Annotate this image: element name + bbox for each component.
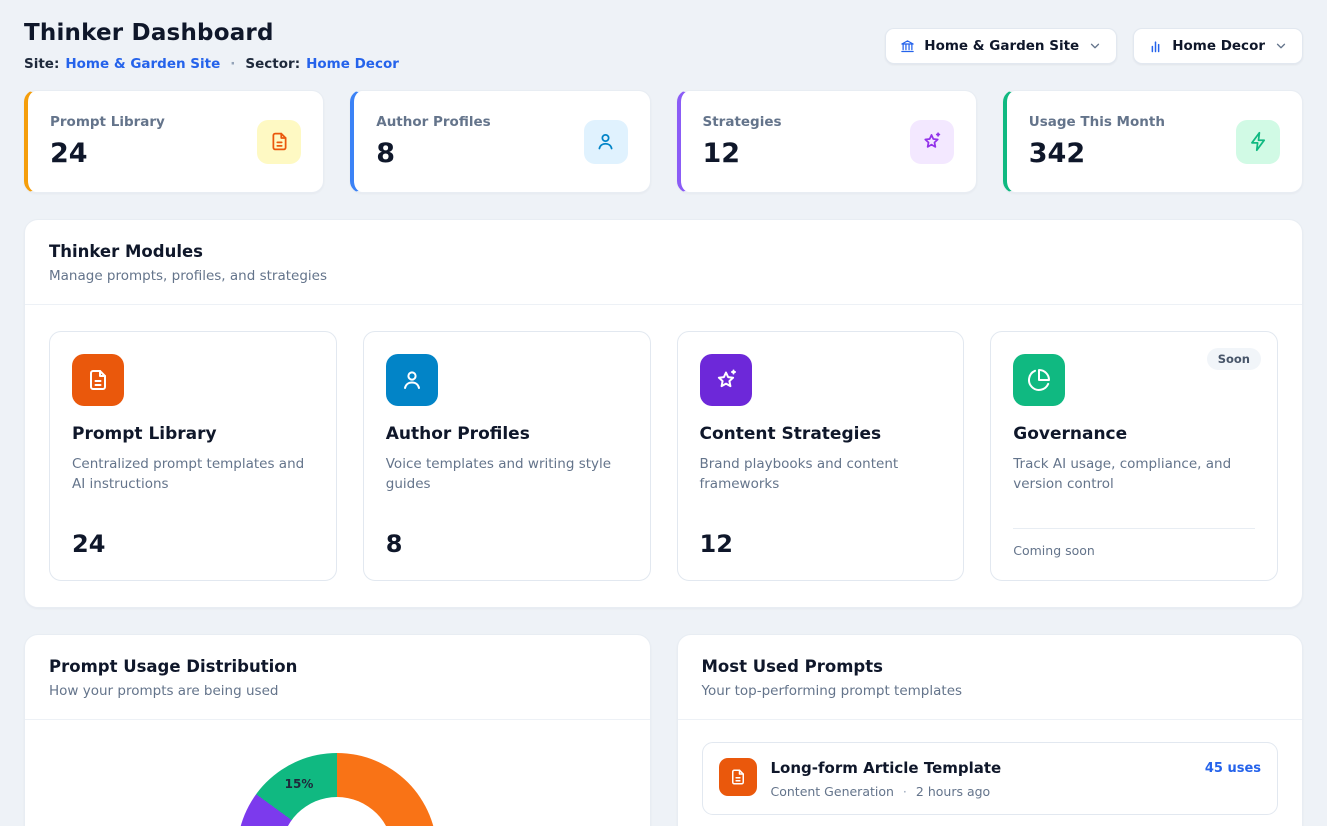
usage-distribution-panel: Prompt Usage Distribution How your promp… [24, 634, 651, 826]
user-icon [584, 120, 628, 164]
pie-chart-icon [1013, 354, 1065, 406]
usage-chart-area: 15% [25, 720, 650, 826]
stats-row: Prompt Library 24 Author Profiles 8 Stra… [24, 90, 1303, 193]
module-count: 12 [700, 530, 942, 558]
chevron-down-icon [1088, 39, 1102, 53]
stat-card-usage: Usage This Month 342 [1003, 90, 1303, 193]
usage-panel-subtitle: How your prompts are being used [49, 683, 626, 699]
breadcrumb: Site: Home & Garden Site · Sector: Home … [24, 56, 399, 72]
module-title: Prompt Library [72, 424, 314, 444]
stat-label: Usage This Month [1029, 114, 1165, 130]
user-icon [386, 354, 438, 406]
prompt-list-item[interactable]: Long-form Article Template Content Gener… [702, 742, 1279, 815]
document-icon [719, 758, 757, 796]
most-used-prompts-panel: Most Used Prompts Your top-performing pr… [677, 634, 1304, 826]
stat-value: 24 [50, 138, 165, 169]
stat-info: Author Profiles 8 [376, 114, 490, 169]
stat-value: 342 [1029, 138, 1165, 169]
module-card-author-profiles[interactable]: Author Profiles Voice templates and writ… [363, 331, 651, 581]
document-icon [257, 120, 301, 164]
module-title: Governance [1013, 424, 1255, 444]
stat-info: Usage This Month 342 [1029, 114, 1165, 169]
prompts-panel-header: Most Used Prompts Your top-performing pr… [678, 635, 1303, 720]
page-header: Thinker Dashboard Site: Home & Garden Si… [24, 20, 1303, 72]
site-link[interactable]: Home & Garden Site [65, 56, 220, 72]
modules-panel-title: Thinker Modules [49, 242, 1278, 261]
module-count: 24 [72, 530, 314, 558]
bottom-row: Prompt Usage Distribution How your promp… [24, 634, 1303, 826]
module-count: 8 [386, 530, 628, 558]
module-title: Content Strategies [700, 424, 942, 444]
star-sparkle-icon [910, 120, 954, 164]
usage-panel-header: Prompt Usage Distribution How your promp… [25, 635, 650, 720]
page-title: Thinker Dashboard [24, 20, 399, 46]
header-left: Thinker Dashboard Site: Home & Garden Si… [24, 20, 399, 72]
stat-card-strategies: Strategies 12 [677, 90, 977, 193]
donut-hole [281, 797, 393, 826]
prompt-list: Long-form Article Template Content Gener… [678, 720, 1303, 826]
sector-label: Sector: [245, 56, 300, 72]
prompt-item-time: 2 hours ago [916, 784, 990, 799]
stat-label: Strategies [703, 114, 782, 130]
stat-value: 8 [376, 138, 490, 169]
module-description: Brand playbooks and content frameworks [700, 454, 942, 495]
meta-separator: · [903, 784, 907, 799]
document-icon [72, 354, 124, 406]
chevron-down-icon [1274, 39, 1288, 53]
modules-grid: Prompt Library Centralized prompt templa… [25, 305, 1302, 607]
module-description: Centralized prompt templates and AI inst… [72, 454, 314, 495]
modules-panel-header: Thinker Modules Manage prompts, profiles… [25, 220, 1302, 305]
stat-info: Prompt Library 24 [50, 114, 165, 169]
prompts-panel-subtitle: Your top-performing prompt templates [702, 683, 1279, 699]
module-description: Track AI usage, compliance, and version … [1013, 454, 1255, 495]
prompt-item-meta: Content Generation · 2 hours ago [771, 784, 1002, 799]
stat-card-prompt-library: Prompt Library 24 [24, 90, 324, 193]
site-selector-label: Home & Garden Site [924, 38, 1079, 54]
sector-selector-label: Home Decor [1172, 38, 1265, 54]
star-sparkle-icon [700, 354, 752, 406]
building-icon [900, 39, 915, 54]
module-card-prompt-library[interactable]: Prompt Library Centralized prompt templa… [49, 331, 337, 581]
stat-info: Strategies 12 [703, 114, 782, 169]
sector-selector-dropdown[interactable]: Home Decor [1133, 28, 1303, 64]
soon-badge: Soon [1207, 348, 1261, 370]
breadcrumb-separator: · [230, 56, 235, 72]
sector-link[interactable]: Home Decor [306, 56, 399, 72]
lightning-icon [1236, 120, 1280, 164]
module-title: Author Profiles [386, 424, 628, 444]
prompts-panel-title: Most Used Prompts [702, 657, 1279, 676]
module-card-governance[interactable]: Soon Governance Track AI usage, complian… [990, 331, 1278, 581]
usage-donut-chart: 15% [237, 753, 437, 826]
thinker-modules-panel: Thinker Modules Manage prompts, profiles… [24, 219, 1303, 608]
dashboard-page: Thinker Dashboard Site: Home & Garden Si… [0, 0, 1327, 826]
stat-label: Author Profiles [376, 114, 490, 130]
site-selector-dropdown[interactable]: Home & Garden Site [885, 28, 1117, 64]
usage-panel-title: Prompt Usage Distribution [49, 657, 626, 676]
module-description: Voice templates and writing style guides [386, 454, 628, 495]
module-card-content-strategies[interactable]: Content Strategies Brand playbooks and c… [677, 331, 965, 581]
stat-value: 12 [703, 138, 782, 169]
modules-panel-subtitle: Manage prompts, profiles, and strategies [49, 268, 1278, 284]
prompt-item-uses: 45 uses [1205, 761, 1261, 776]
stat-label: Prompt Library [50, 114, 165, 130]
prompt-item-text: Long-form Article Template Content Gener… [771, 758, 1002, 799]
donut-segment-label: 15% [285, 777, 314, 791]
site-label: Site: [24, 56, 59, 72]
bar-chart-icon [1148, 39, 1163, 54]
header-selectors: Home & Garden Site Home Decor [885, 28, 1303, 64]
stat-card-author-profiles: Author Profiles 8 [350, 90, 650, 193]
prompt-item-category: Content Generation [771, 784, 894, 799]
coming-soon-label: Coming soon [1013, 528, 1255, 558]
prompt-item-title: Long-form Article Template [771, 759, 1002, 777]
